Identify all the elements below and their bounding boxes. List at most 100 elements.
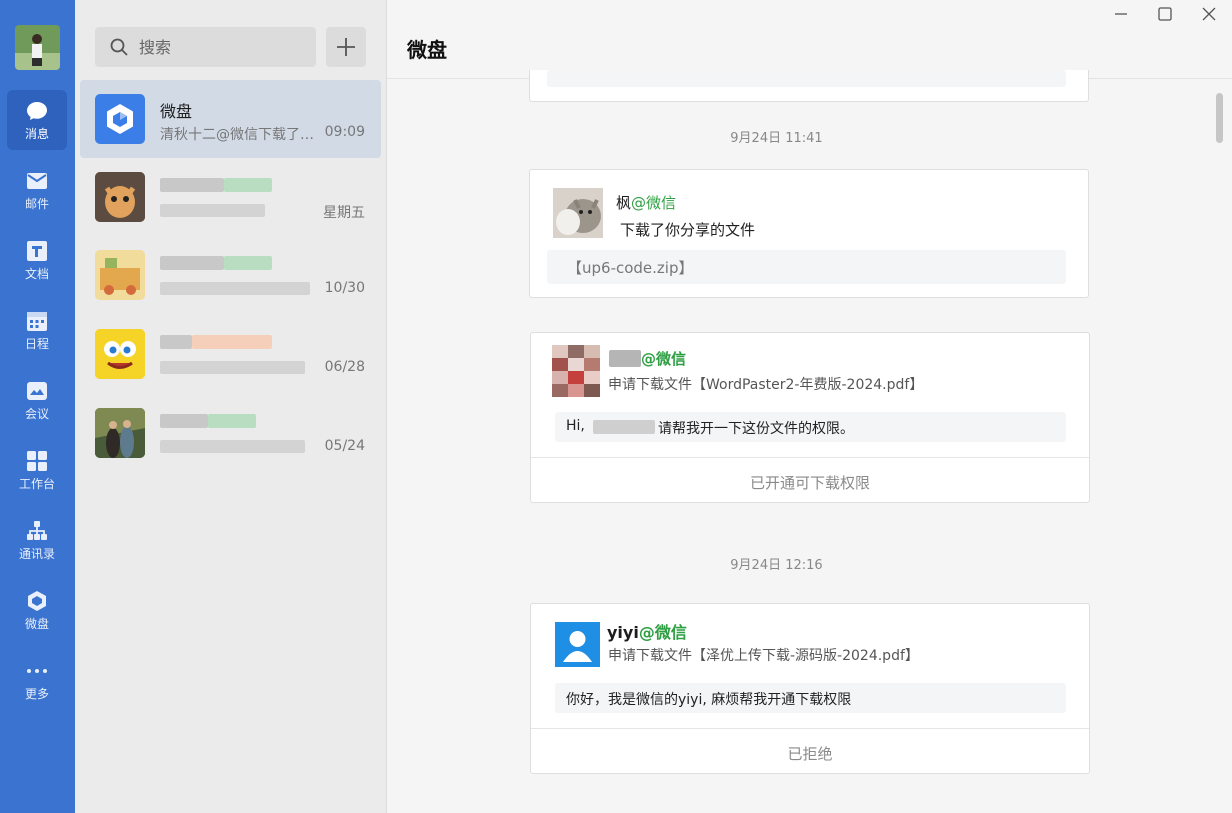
redacted-name bbox=[208, 414, 256, 428]
file-name: 【up6-code.zip】 bbox=[567, 259, 694, 277]
minimize-icon[interactable] bbox=[1111, 4, 1131, 24]
meeting-icon bbox=[27, 382, 47, 400]
message-card: @微信 申请下载文件【WordPaster2-年费版-2024.pdf】 Hi,… bbox=[530, 332, 1090, 503]
redacted-preview bbox=[160, 440, 305, 453]
sender-suffix: @微信 bbox=[638, 623, 687, 642]
sender-name: yiyi@微信 bbox=[607, 623, 687, 642]
user-avatar[interactable] bbox=[15, 25, 60, 70]
conversation-time: 星期五 bbox=[323, 205, 365, 221]
card-separator bbox=[531, 457, 1089, 458]
nav-more[interactable]: 更多 bbox=[7, 650, 67, 710]
redacted-preview bbox=[160, 361, 305, 374]
redacted-name bbox=[224, 256, 272, 270]
contact-avatar bbox=[95, 172, 145, 222]
request-line: 申请下载文件【泽优上传下载-源码版-2024.pdf】 bbox=[608, 648, 919, 664]
nav-meeting[interactable]: 会议 bbox=[7, 370, 67, 430]
scrollbar-thumb[interactable] bbox=[1216, 93, 1223, 143]
conversation-item[interactable]: 星期五 bbox=[80, 158, 381, 236]
nav-contacts[interactable]: 通讯录 bbox=[7, 510, 67, 570]
nav-label: 消息 bbox=[24, 127, 49, 141]
conversation-item[interactable]: 06/28 bbox=[80, 315, 381, 393]
contact-avatar bbox=[95, 329, 145, 379]
sender-name: @微信 bbox=[609, 348, 686, 369]
sender-avatar bbox=[555, 622, 600, 667]
cloud-drive-icon bbox=[28, 591, 46, 611]
mail-icon bbox=[27, 173, 47, 189]
conversation-item-weipan[interactable]: 微盘 清秋十二@微信下载了你分享的文件 09:09 bbox=[80, 80, 381, 158]
redacted-name bbox=[160, 256, 224, 270]
document-icon bbox=[27, 241, 47, 261]
greeting-text: 请帮我开一下这份文件的权限。 bbox=[658, 421, 854, 437]
nav-label: 日程 bbox=[24, 337, 49, 351]
redacted-preview bbox=[160, 204, 265, 217]
nav-docs[interactable]: 文档 bbox=[7, 230, 67, 290]
timestamp: 9月24日 12:16 bbox=[730, 558, 823, 573]
weipan-avatar bbox=[95, 94, 145, 144]
left-nav: 消息 邮件 文档 日程 会议 工作台 通讯录 微盘 更多 bbox=[0, 0, 75, 813]
card-separator bbox=[531, 728, 1089, 729]
cloud-drive-icon bbox=[107, 104, 133, 134]
sender-avatar bbox=[553, 188, 603, 238]
redacted-name bbox=[160, 335, 192, 349]
greeting-text: 你好，我是微信的yiyi, 麻烦帮我开通下载权限 bbox=[566, 692, 852, 708]
add-button[interactable] bbox=[326, 27, 366, 67]
greeting-bar: 你好，我是微信的yiyi, 麻烦帮我开通下载权限 bbox=[555, 683, 1066, 713]
contact-avatar bbox=[95, 408, 145, 458]
nav-messages[interactable]: 消息 bbox=[7, 90, 67, 150]
nav-label: 文档 bbox=[24, 267, 49, 281]
permission-status: 已开通可下载权限 bbox=[749, 474, 870, 492]
maximize-icon[interactable] bbox=[1155, 4, 1175, 24]
search-box[interactable] bbox=[95, 27, 316, 67]
person-icon bbox=[563, 631, 592, 662]
conversation-preview: 清秋十二@微信下载了你分享的文件 bbox=[160, 127, 320, 143]
timestamp: 9月24日 11:41 bbox=[730, 131, 823, 146]
chat-panel: 微盘 9月24日 11:41 枫@微信 下载了你分享的文件 【up6-code.… bbox=[387, 0, 1232, 813]
org-chart-icon bbox=[27, 521, 47, 540]
sender-suffix: @微信 bbox=[641, 350, 687, 368]
nav-label: 工作台 bbox=[18, 477, 55, 491]
greeting-prefix: Hi, bbox=[566, 418, 585, 434]
plus-icon bbox=[337, 38, 355, 56]
nav-schedule[interactable]: 日程 bbox=[7, 300, 67, 360]
sender-suffix: @微信 bbox=[631, 194, 677, 212]
message-card-clipped bbox=[529, 70, 1089, 102]
nav-label: 会议 bbox=[24, 407, 49, 421]
redacted-preview bbox=[160, 282, 310, 295]
conversation-time: 05/24 bbox=[324, 438, 365, 454]
search-icon bbox=[110, 38, 128, 56]
conversation-item[interactable]: 05/24 bbox=[80, 394, 381, 472]
more-dots-icon bbox=[27, 669, 47, 673]
nav-label: 更多 bbox=[24, 687, 49, 701]
chat-title: 微盘 bbox=[407, 38, 447, 62]
nav-mail[interactable]: 邮件 bbox=[7, 160, 67, 220]
redacted-name bbox=[593, 420, 655, 434]
grid-icon bbox=[27, 451, 47, 471]
conversation-item[interactable]: 10/30 bbox=[80, 236, 381, 314]
file-bar[interactable]: 【up6-code.zip】 bbox=[547, 250, 1066, 284]
nav-label: 通讯录 bbox=[18, 547, 55, 561]
request-line: 申请下载文件【WordPaster2-年费版-2024.pdf】 bbox=[608, 377, 924, 393]
nav-label: 微盘 bbox=[24, 617, 49, 631]
nav-workbench[interactable]: 工作台 bbox=[7, 440, 67, 500]
message-card: yiyi@微信 申请下载文件【泽优上传下载-源码版-2024.pdf】 你好，我… bbox=[530, 603, 1090, 774]
close-icon[interactable] bbox=[1199, 4, 1219, 24]
file-bar bbox=[547, 70, 1066, 87]
calendar-icon bbox=[27, 312, 47, 331]
search-input[interactable] bbox=[139, 37, 299, 57]
sender-avatar bbox=[552, 345, 600, 397]
contact-avatar bbox=[95, 250, 145, 300]
conversation-time: 10/30 bbox=[324, 280, 365, 296]
redacted-name bbox=[160, 178, 224, 192]
chat-bubble-icon bbox=[27, 102, 47, 120]
conversation-list: 微盘 清秋十二@微信下载了你分享的文件 09:09 星期五 10/30 06/2… bbox=[75, 0, 387, 813]
nav-drive[interactable]: 微盘 bbox=[7, 580, 67, 640]
redacted-name bbox=[224, 178, 272, 192]
message-text: 下载了你分享的文件 bbox=[620, 221, 756, 239]
greeting-bar: Hi, 请帮我开一下这份文件的权限。 bbox=[555, 412, 1066, 442]
redacted-name bbox=[160, 414, 208, 428]
sender-name: 枫@微信 bbox=[616, 194, 677, 212]
conversation-time: 06/28 bbox=[324, 359, 365, 375]
message-card: 枫@微信 下载了你分享的文件 【up6-code.zip】 bbox=[529, 169, 1089, 298]
conversation-name: 微盘 bbox=[160, 102, 193, 121]
redacted-name bbox=[192, 335, 272, 349]
